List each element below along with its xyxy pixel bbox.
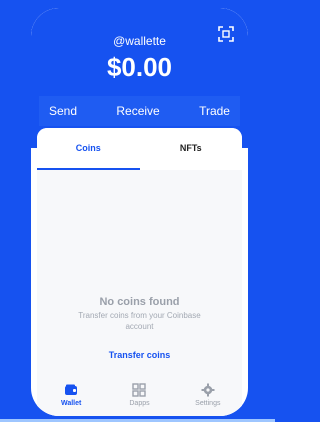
wallet-header: @wallette $0.00 Send Receive Trade <box>31 8 248 148</box>
assets-card: Coins NFTs No coins found Transfer coins… <box>37 128 242 416</box>
empty-state-title: No coins found <box>99 296 180 308</box>
nav-dapps[interactable]: Dapps <box>105 374 173 416</box>
action-bar: Send Receive Trade <box>39 96 240 126</box>
wallet-phone-screen: @wallette $0.00 Send Receive Trade Coins… <box>31 8 248 416</box>
wallet-icon <box>65 384 78 395</box>
trade-button[interactable]: Trade <box>195 98 234 124</box>
asset-tabs: Coins NFTs <box>37 128 242 170</box>
username: @wallette <box>113 34 166 48</box>
grid-icon <box>132 383 147 397</box>
send-button[interactable]: Send <box>45 98 81 124</box>
qr-scan-icon[interactable] <box>218 26 234 42</box>
balance-amount: $0.00 <box>106 52 173 82</box>
nav-dapps-label: Dapps <box>129 400 150 407</box>
empty-state: No coins found Transfer coins from your … <box>37 296 242 363</box>
tab-coins[interactable]: Coins <box>37 128 140 170</box>
bottom-nav: Wallet Dapps Settings <box>37 374 242 416</box>
receive-button[interactable]: Receive <box>112 98 163 124</box>
tab-nfts[interactable]: NFTs <box>140 128 243 170</box>
nav-wallet[interactable]: Wallet <box>37 374 105 416</box>
nav-settings[interactable]: Settings <box>174 374 242 416</box>
nav-settings-label: Settings <box>195 400 221 407</box>
transfer-coins-link[interactable]: Transfer coins <box>109 350 171 360</box>
nav-wallet-label: Wallet <box>60 400 82 407</box>
empty-state-subtitle: Transfer coins from your Coinbase accoun… <box>78 311 201 331</box>
gear-icon <box>201 383 215 397</box>
